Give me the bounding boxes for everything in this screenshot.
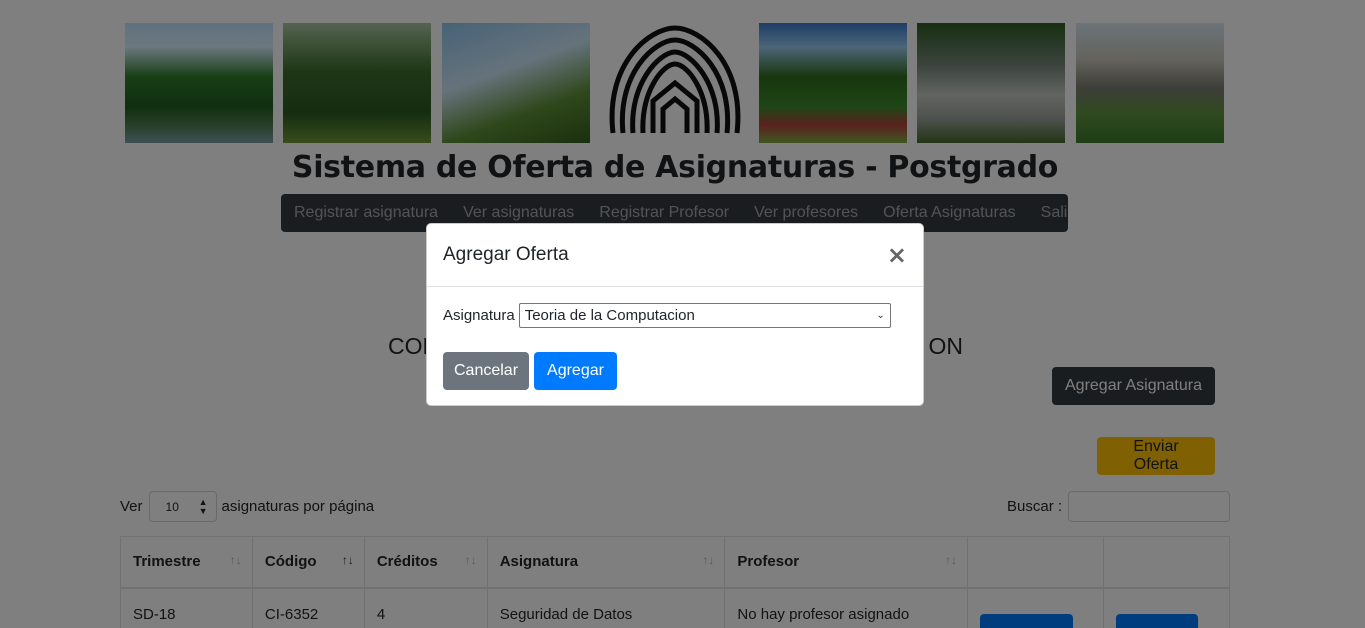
close-icon[interactable]: × (887, 243, 907, 267)
add-offer-modal: Agregar Oferta × Asignatura Teoria de la… (426, 223, 924, 406)
subject-form-row: Asignatura Teoria de la Computacion ⌄ (443, 303, 907, 328)
subject-select-value: Teoria de la Computacion (524, 307, 695, 324)
chevron-down-icon: ⌄ (876, 310, 885, 321)
modal-header: Agregar Oferta × (427, 224, 923, 287)
cancel-button[interactable]: Cancelar (443, 352, 529, 390)
modal-actions: Cancelar Agregar (443, 352, 907, 390)
subject-select[interactable]: Teoria de la Computacion ⌄ (518, 303, 891, 328)
add-button[interactable]: Agregar (534, 352, 617, 390)
modal-body: Asignatura Teoria de la Computacion ⌄ Ca… (427, 287, 923, 390)
subject-label: Asignatura (443, 307, 515, 324)
modal-title: Agregar Oferta (443, 244, 569, 265)
